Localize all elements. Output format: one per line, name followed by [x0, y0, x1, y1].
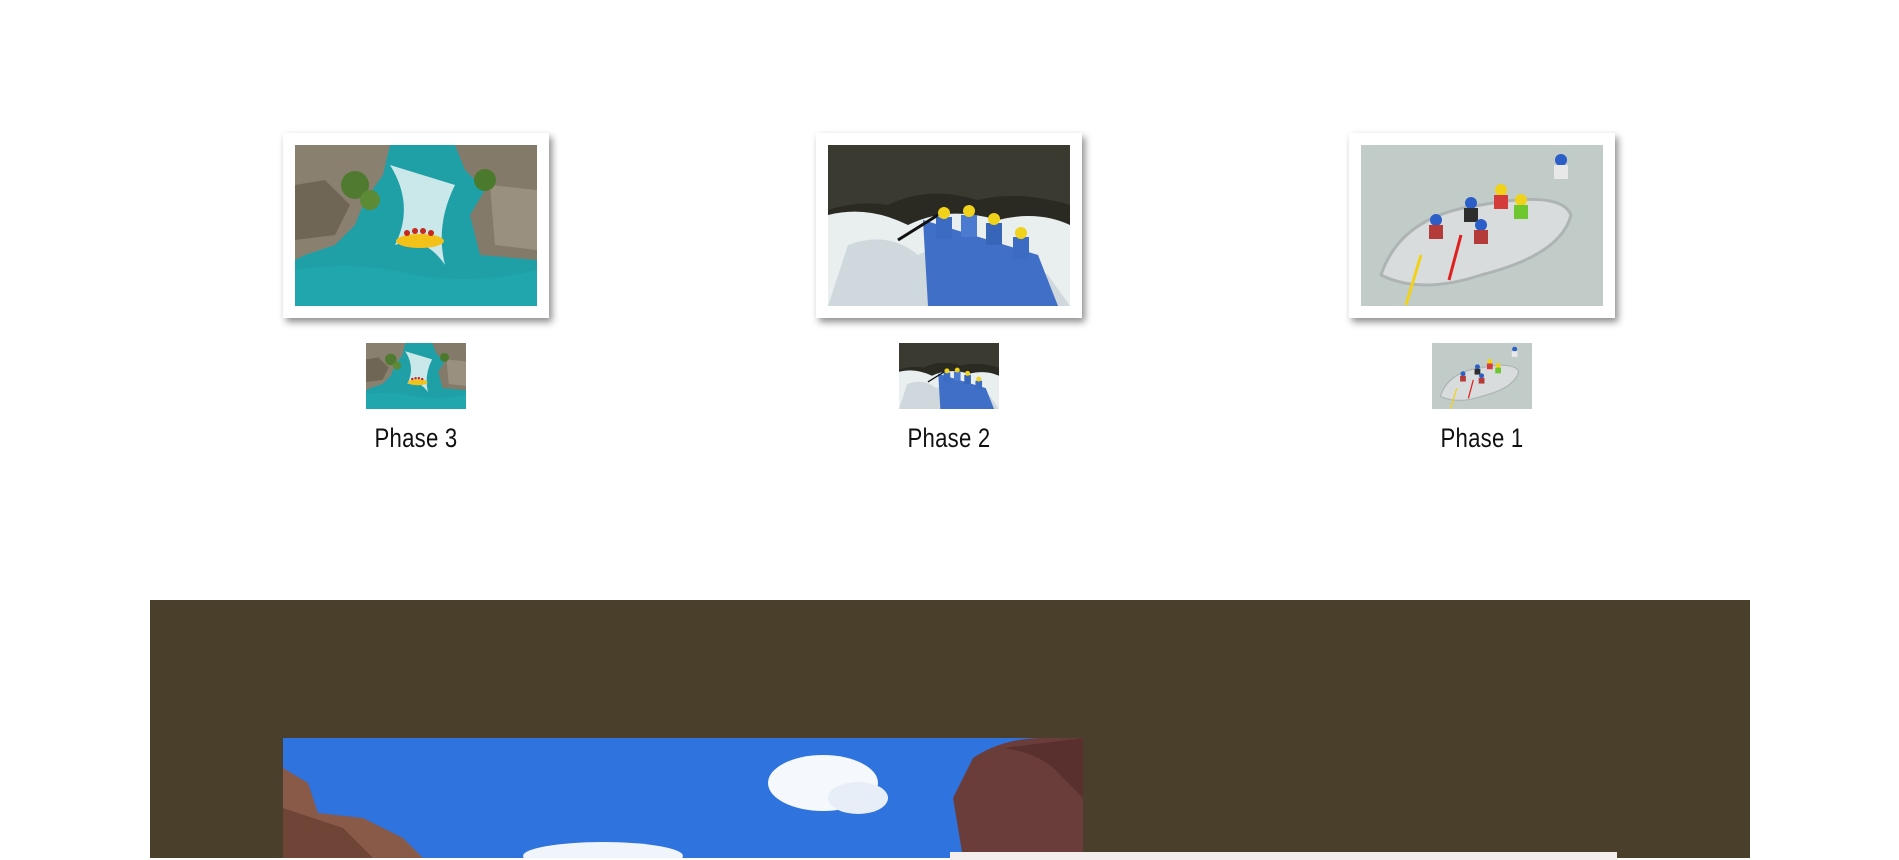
- whitewater-raft-crew-thumbnail[interactable]: [899, 343, 999, 409]
- raft-overhead-thumbnail-image: [1432, 343, 1532, 409]
- whitewater-raft-crew-thumbnail-image: [899, 343, 999, 409]
- phase-card-2[interactable]: Phase 2: [816, 133, 1082, 453]
- canyon-sky-photo: [283, 738, 1083, 858]
- phase-image-frame[interactable]: [1349, 133, 1615, 318]
- phase-label: Phase 1: [1440, 423, 1524, 453]
- phase-label: Phase 3: [374, 423, 458, 453]
- canyon-rafting-thumbnail-image: [366, 343, 466, 409]
- phase-card-3[interactable]: Phase 3: [283, 133, 549, 453]
- phase-image-frame[interactable]: [816, 133, 1082, 318]
- whitewater-raft-crew-image: [828, 145, 1070, 306]
- phases-section: Phase 3 Phase 2 Phase 1: [0, 0, 1899, 600]
- raft-overhead-thumbnail[interactable]: [1432, 343, 1532, 409]
- raft-overhead-image: [1361, 145, 1603, 306]
- canyon-rafting-image: [295, 145, 537, 306]
- phase-image-frame[interactable]: [283, 133, 549, 318]
- canyon-sky-image: [283, 738, 1083, 858]
- canyon-rafting-thumbnail[interactable]: [366, 343, 466, 409]
- feature-band: [150, 600, 1750, 860]
- canyon-rafting-photo[interactable]: [295, 145, 537, 306]
- raft-overhead-photo[interactable]: [1361, 145, 1603, 306]
- phase-card-1[interactable]: Phase 1: [1349, 133, 1615, 453]
- content-card: [950, 852, 1617, 860]
- whitewater-raft-crew-photo[interactable]: [828, 145, 1070, 306]
- phase-label: Phase 2: [907, 423, 991, 453]
